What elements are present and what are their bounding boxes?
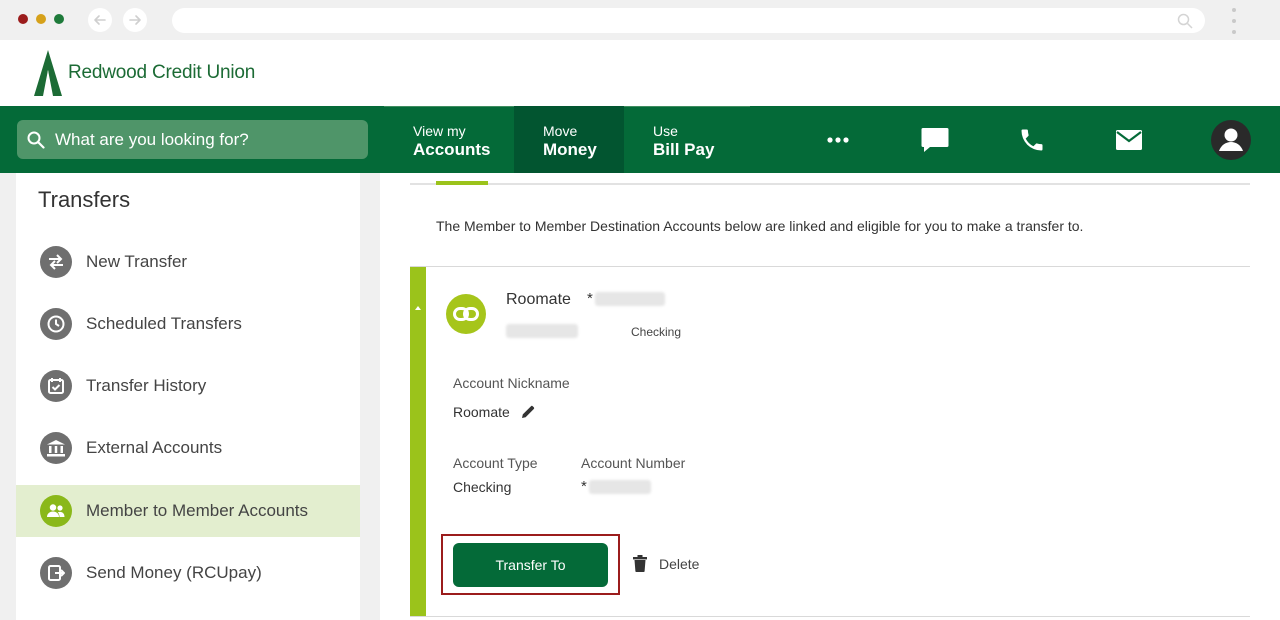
arrow-left-icon [94,15,106,25]
window-close-dot[interactable] [18,14,28,24]
swap-icon [40,246,72,278]
section-divider [410,616,1250,617]
account-type-value: Checking [453,479,512,495]
sidebar-item-label: Member to Member Accounts [86,501,309,520]
sidebar-item-label: Transfer History [86,376,207,395]
search-icon [27,131,45,149]
sidebar-item-label: External Accounts [86,438,223,457]
account-type-tag: Checking [631,325,682,339]
more-icon[interactable] [822,120,854,160]
nickname-value: Roomate [453,404,510,420]
forward-button[interactable] [123,8,147,32]
search-icon [1177,13,1193,34]
account-number-label: Account Number [581,455,686,471]
calendar-check-icon [40,370,72,402]
tab-underline [410,183,1250,185]
account-mask-prefix: * [587,290,593,307]
send-money-icon [40,557,72,589]
browser-menu-icon[interactable] [1230,8,1238,34]
sidebar-item-external-accounts[interactable]: External Accounts [16,422,360,474]
browser-chrome [0,0,1280,40]
sidebar-item-transfer-history[interactable]: Transfer History [16,360,360,412]
caret-up-icon[interactable] [415,306,421,310]
masked-account-number [589,480,651,494]
nav-label-big: Money [543,140,597,159]
tab-active-indicator [436,181,488,185]
clock-icon [40,308,72,340]
nav-label-small: View my [413,123,466,139]
nav-label-big: Bill Pay [653,140,715,159]
chat-icon[interactable] [918,120,952,160]
window-minimize-dot[interactable] [36,14,46,24]
brand-name: Redwood Credit Union [68,62,256,83]
intro-text: The Member to Member Destination Account… [436,218,1084,234]
sidebar-item-new-transfer[interactable]: New Transfer [16,236,360,288]
nav-view-accounts[interactable]: View my Accounts [384,106,514,173]
search-input[interactable]: What are you looking for? [17,120,368,159]
nav-label-small: Move [543,123,578,139]
delete-button[interactable]: Delete [633,555,699,572]
redwood-tree-icon [34,50,62,96]
bank-icon [40,432,72,464]
transfer-to-button[interactable]: Transfer To [453,543,608,587]
profile-icon[interactable] [1210,120,1252,160]
address-bar[interactable] [172,8,1205,33]
nickname-label: Account Nickname [453,375,570,391]
sidebar-item-label: Scheduled Transfers [86,314,242,333]
account-type-label: Account Type [453,455,538,471]
window-maximize-dot[interactable] [54,14,64,24]
trash-icon [633,555,647,572]
link-icon [446,294,486,334]
nav-label-big: Accounts [413,140,491,159]
mail-icon[interactable] [1113,120,1145,160]
nav-label-small: Use [653,123,678,139]
transfers-sidebar: Transfers New Transfer Scheduled Transfe… [16,173,360,620]
sidebar-item-send-money[interactable]: Send Money (RCUpay) [16,547,360,599]
account-number-prefix: * [581,478,587,495]
nav-bill-pay[interactable]: Use Bill Pay [624,106,750,173]
search-placeholder: What are you looking for? [55,129,249,149]
main-content: The Member to Member Destination Account… [380,173,1280,620]
sidebar-item-scheduled-transfers[interactable]: Scheduled Transfers [16,298,360,350]
account-card-collapse-bar[interactable] [410,267,426,616]
site-header: Redwood Credit Union [0,40,1280,106]
arrow-right-icon [129,15,141,25]
masked-owner-name [506,324,578,338]
main-navigation: What are you looking for? View my Accoun… [0,106,1280,173]
section-divider [410,266,1250,267]
phone-icon[interactable] [1016,120,1048,160]
delete-label: Delete [659,555,700,572]
back-button[interactable] [88,8,112,32]
sidebar-item-label: New Transfer [86,252,188,271]
brand-logo[interactable]: Redwood Credit Union [34,50,255,96]
nav-move-money[interactable]: Move Money [514,106,624,173]
pencil-icon[interactable] [520,404,536,425]
sidebar-item-member-to-member[interactable]: Member to Member Accounts [16,485,360,537]
people-icon [40,495,72,527]
masked-account-number [595,292,665,306]
sidebar-title: Transfers [38,187,131,212]
sidebar-item-label: Send Money (RCUpay) [86,563,262,582]
account-name: Roomate [506,291,571,308]
